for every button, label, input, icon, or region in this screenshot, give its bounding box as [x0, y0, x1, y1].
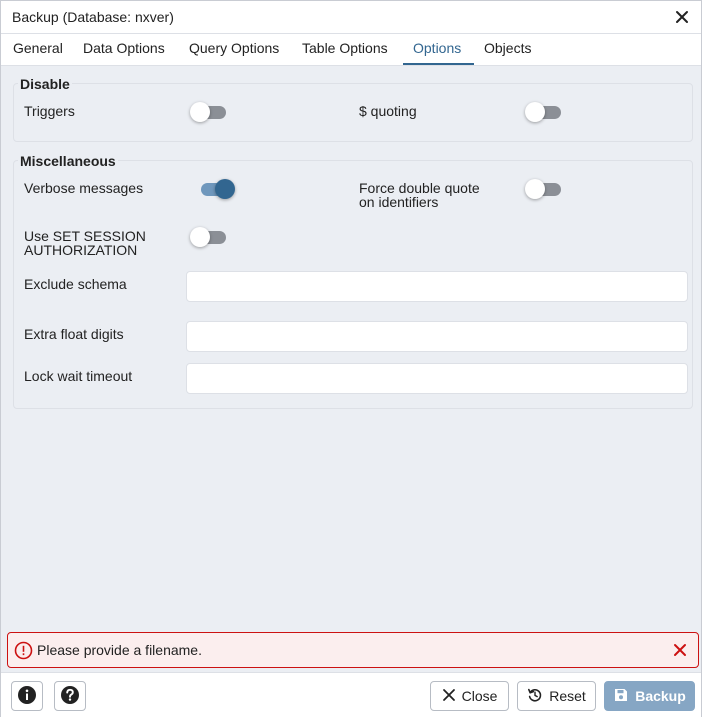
lock-wait-timeout-input[interactable]	[186, 363, 688, 394]
verbose-messages-label: Verbose messages	[24, 180, 144, 196]
tab-data-options[interactable]: Data Options	[83, 34, 165, 65]
help-icon	[60, 685, 80, 708]
error-icon	[14, 641, 33, 660]
close-button[interactable]: Close	[430, 681, 509, 711]
tab-query-options[interactable]: Query Options	[189, 34, 279, 65]
disable-fieldset	[13, 83, 693, 142]
tab-options[interactable]: Options	[403, 34, 474, 65]
verbose-messages-toggle[interactable]	[197, 177, 237, 201]
force-double-quote-label: Force double quote on identifiers	[359, 181, 480, 209]
tab-table-options[interactable]: Table Options	[302, 34, 388, 65]
reset-button-label: Reset	[549, 688, 586, 704]
backup-dialog: Backup (Database: nxver) General Data Op…	[0, 0, 702, 717]
tab-objects[interactable]: Objects	[484, 34, 531, 65]
set-session-toggle[interactable]	[190, 225, 230, 249]
info-button[interactable]	[11, 681, 43, 711]
close-icon[interactable]	[672, 642, 688, 658]
error-message-text: Please provide a filename.	[37, 642, 202, 658]
close-icon[interactable]	[673, 8, 691, 26]
tab-general[interactable]: General	[13, 34, 63, 65]
misc-legend: Miscellaneous	[18, 153, 118, 169]
lock-wait-timeout-label: Lock wait timeout	[24, 368, 133, 384]
dialog-titlebar: Backup (Database: nxver)	[1, 1, 701, 34]
dialog-title: Backup (Database: nxver)	[12, 9, 174, 25]
tab-bar: General Data Options Query Options Table…	[1, 34, 701, 66]
close-icon	[442, 688, 456, 705]
extra-float-digits-label: Extra float digits	[24, 326, 124, 342]
exclude-schema-input[interactable]	[186, 271, 688, 302]
exclude-schema-label: Exclude schema	[24, 276, 127, 292]
backup-button[interactable]: Backup	[604, 681, 695, 711]
force-double-quote-toggle[interactable]	[525, 177, 565, 201]
dialog-footer: Close Reset Backup	[1, 672, 701, 717]
backup-button-label: Backup	[635, 688, 686, 704]
triggers-toggle[interactable]	[190, 100, 230, 124]
triggers-label: Triggers	[24, 103, 75, 119]
save-icon	[613, 687, 629, 706]
dollar-quoting-label: $ quoting	[359, 103, 417, 119]
help-button[interactable]	[54, 681, 86, 711]
force-double-quote-line2: on identifiers	[359, 194, 439, 210]
info-icon	[17, 685, 37, 708]
disable-legend: Disable	[18, 76, 72, 92]
reset-button[interactable]: Reset	[517, 681, 596, 711]
extra-float-digits-input[interactable]	[186, 321, 688, 352]
close-button-label: Close	[461, 688, 498, 704]
set-session-label: Use SET SESSION AUTHORIZATION	[24, 229, 146, 257]
reset-icon	[527, 687, 543, 706]
set-session-line2: AUTHORIZATION	[24, 242, 138, 258]
error-message-bar: Please provide a filename.	[7, 632, 699, 668]
dollar-quoting-toggle[interactable]	[525, 100, 565, 124]
